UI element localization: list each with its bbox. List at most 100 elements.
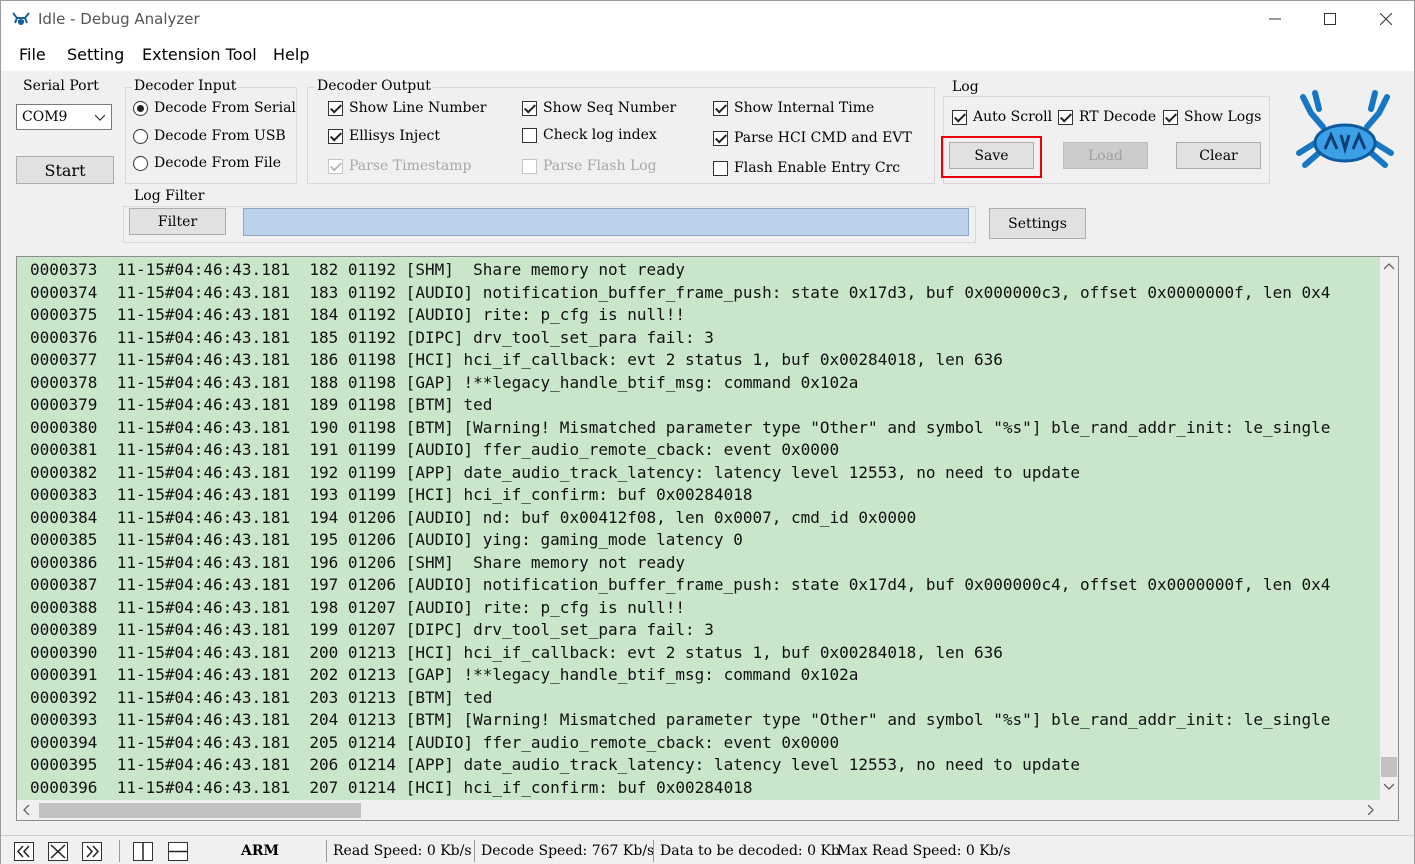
collapse-right-icon xyxy=(86,845,100,858)
collapse-left-icon xyxy=(16,845,30,858)
checkbox-label: Ellisys Inject xyxy=(349,128,441,144)
realtek-crab-logo xyxy=(1296,90,1394,168)
radio-decode-serial[interactable]: Decode From Serial xyxy=(133,100,296,116)
scroll-right-icon[interactable] xyxy=(1367,805,1374,815)
scroll-up-icon[interactable] xyxy=(1384,263,1394,270)
status-bar: ARM Read Speed: 0 Kb/s Decode Speed: 767… xyxy=(1,835,1414,864)
checkbox-show-seq-number[interactable]: Show Seq Number xyxy=(522,100,676,116)
menu-setting[interactable]: Setting xyxy=(67,45,124,64)
checkbox-parse-hci[interactable]: Parse HCI CMD and EVT xyxy=(713,130,912,146)
checkbox-parse-flash-log: Parse Flash Log xyxy=(522,158,657,174)
close-button[interactable] xyxy=(1363,1,1409,37)
horizontal-scrollbar[interactable] xyxy=(17,800,1398,820)
checkbox-show-line-number[interactable]: Show Line Number xyxy=(328,100,486,116)
vertical-scroll-thumb[interactable] xyxy=(1381,757,1397,777)
checkbox-show-internal-time[interactable]: Show Internal Time xyxy=(713,100,874,116)
arch-label: ARM xyxy=(241,843,279,859)
status-separator xyxy=(326,840,327,862)
radio-decode-file[interactable]: Decode From File xyxy=(133,155,281,171)
split-vertical-button[interactable] xyxy=(133,842,153,861)
checkbox-label: Show Internal Time xyxy=(734,100,875,116)
log-line: 0000389 11-15#04:46:43.181 199 01207 [DI… xyxy=(30,620,714,639)
window-title: Idle - Debug Analyzer xyxy=(38,10,200,28)
read-speed: Read Speed: 0 Kb/s xyxy=(333,843,472,859)
app-logo-icon xyxy=(12,12,30,25)
checkbox-auto-scroll[interactable]: Auto Scroll xyxy=(952,109,1052,125)
chevron-down-icon xyxy=(95,114,105,121)
title-bar: Idle - Debug Analyzer xyxy=(1,1,1414,37)
log-line: 0000396 11-15#04:46:43.181 207 01214 [HC… xyxy=(30,777,753,797)
log-line: 0000375 11-15#04:46:43.181 184 01192 [AU… xyxy=(30,305,686,324)
save-highlight xyxy=(941,136,1042,178)
menu-help[interactable]: Help xyxy=(273,45,309,64)
serial-port-select[interactable]: COM9 xyxy=(16,104,112,130)
serial-port-label: Serial Port xyxy=(23,78,99,94)
vertical-scrollbar[interactable] xyxy=(1380,257,1398,802)
max-read-speed: Max Read Speed: 0 Kb/s xyxy=(837,843,1011,859)
checkbox-indicator xyxy=(328,158,343,174)
checkbox-label: Parse Timestamp xyxy=(349,158,472,174)
radio-label: Decode From File xyxy=(154,155,281,171)
collapse-right-button[interactable] xyxy=(82,842,102,861)
checkbox-label: Flash Enable Entry Crc xyxy=(734,160,901,176)
menu-file[interactable]: File xyxy=(19,45,46,64)
checkbox-indicator xyxy=(713,100,728,116)
radio-decode-usb[interactable]: Decode From USB xyxy=(133,128,286,144)
log-line: 0000395 11-15#04:46:43.181 206 01214 [AP… xyxy=(30,755,1080,774)
radio-indicator xyxy=(133,128,148,144)
checkbox-indicator xyxy=(328,100,343,116)
status-separator xyxy=(474,840,475,862)
checkbox-label: Parse HCI CMD and EVT xyxy=(734,130,912,146)
checkbox-label: RT Decode xyxy=(1079,109,1157,125)
scroll-left-icon[interactable] xyxy=(23,805,30,815)
menu-extension-tool[interactable]: Extension Tool xyxy=(142,45,257,64)
filter-input[interactable] xyxy=(243,208,969,236)
log-line: 0000385 11-15#04:46:43.181 195 01206 [AU… xyxy=(30,530,743,549)
load-button: Load xyxy=(1063,142,1148,169)
menu-bar: File Setting Extension Tool Help xyxy=(1,37,1414,71)
checkbox-label: Parse Flash Log xyxy=(543,158,657,174)
checkbox-indicator xyxy=(1163,109,1178,125)
clear-button[interactable]: Clear xyxy=(1176,142,1261,169)
checkbox-indicator xyxy=(522,158,537,174)
log-line: 0000377 11-15#04:46:43.181 186 01198 [HC… xyxy=(30,350,1003,369)
status-separator xyxy=(119,840,120,862)
radio-indicator xyxy=(133,100,148,116)
log-filter-label: Log Filter xyxy=(132,188,207,204)
settings-button[interactable]: Settings xyxy=(989,208,1086,239)
checkbox-check-log-index[interactable]: Check log index xyxy=(522,127,657,143)
log-line: 0000373 11-15#04:46:43.181 182 01192 [SH… xyxy=(30,260,686,279)
maximize-button[interactable] xyxy=(1307,1,1353,37)
split-vertical-icon xyxy=(142,843,144,860)
log-line: 0000378 11-15#04:46:43.181 188 01198 [GA… xyxy=(30,372,859,392)
collapse-left-button[interactable] xyxy=(14,842,34,861)
minimize-button[interactable] xyxy=(1252,1,1298,37)
checkbox-indicator xyxy=(328,128,343,144)
start-button[interactable]: Start xyxy=(16,156,114,184)
decoder-input-label: Decoder Input xyxy=(132,78,239,94)
minimize-icon xyxy=(1269,18,1281,20)
collapse-center-button[interactable] xyxy=(48,842,68,861)
close-icon xyxy=(1380,13,1392,25)
checkbox-flash-enable-entry-crc[interactable]: Flash Enable Entry Crc xyxy=(713,160,900,176)
split-horizontal-button[interactable] xyxy=(168,842,188,861)
maximize-icon xyxy=(1324,13,1336,25)
checkbox-rt-decode[interactable]: RT Decode xyxy=(1058,109,1156,125)
checkbox-indicator xyxy=(522,127,537,143)
serial-port-value: COM9 xyxy=(22,109,68,125)
data-to-decode: Data to be decoded: 0 Kb xyxy=(660,843,840,859)
checkbox-show-logs[interactable]: Show Logs xyxy=(1163,109,1261,125)
log-line: 0000392 11-15#04:46:43.181 203 01213 [BT… xyxy=(30,687,493,707)
scroll-down-icon[interactable] xyxy=(1384,783,1394,790)
app-window: Idle - Debug Analyzer File Setting Exten… xyxy=(0,0,1415,864)
checkbox-parse-timestamp: Parse Timestamp xyxy=(328,158,472,174)
checkbox-ellisys-inject[interactable]: Ellisys Inject xyxy=(328,128,440,144)
checkbox-indicator xyxy=(713,130,728,146)
log-output[interactable]: 0000373 11-15#04:46:43.181 182 01192 [SH… xyxy=(16,256,1399,821)
log-line: 0000384 11-15#04:46:43.181 194 01206 [AU… xyxy=(30,507,917,527)
log-line: 0000379 11-15#04:46:43.181 189 01198 [BT… xyxy=(30,395,493,414)
log-line: 0000391 11-15#04:46:43.181 202 01213 [GA… xyxy=(30,665,859,684)
filter-button[interactable]: Filter xyxy=(129,208,226,235)
log-line: 0000390 11-15#04:46:43.181 200 01213 [HC… xyxy=(30,642,1003,662)
horizontal-scroll-thumb[interactable] xyxy=(39,803,361,818)
